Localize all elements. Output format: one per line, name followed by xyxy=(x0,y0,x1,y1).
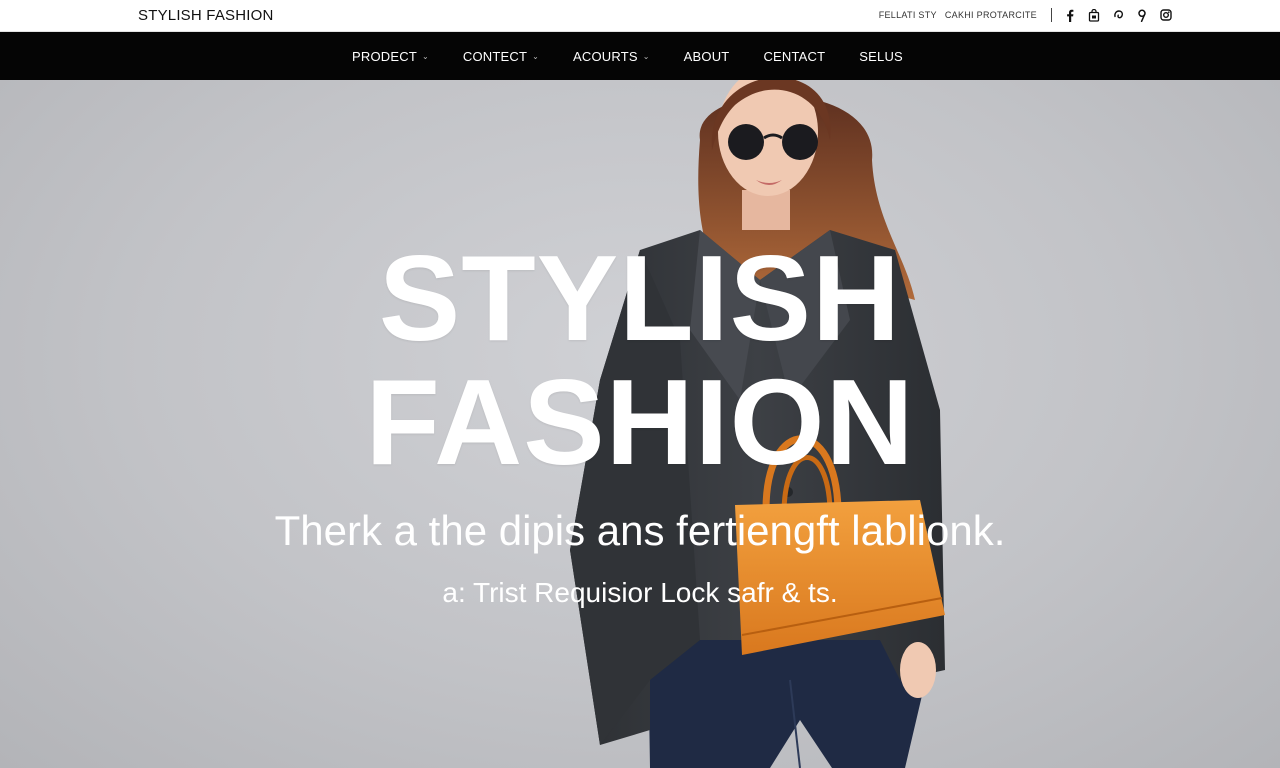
nav-menu: PRODECT ⌄ CONTECT ⌄ ACOURTS ⌄ ABOUT CENT… xyxy=(352,32,937,80)
nav-item-label: ACOURTS xyxy=(573,48,638,64)
nav-item-label: PRODECT xyxy=(352,48,417,64)
brand-logo[interactable]: STYLISH FASHION xyxy=(138,7,274,24)
nav-item-label: CONTECT xyxy=(462,48,528,64)
bag-icon[interactable] xyxy=(1082,5,1106,25)
location-icon[interactable] xyxy=(1130,5,1154,25)
main-navigation: PRODECT ⌄ CONTECT ⌄ ACOURTS ⌄ ABOUT CENT… xyxy=(0,32,1280,80)
nav-item-selus[interactable]: SELUS xyxy=(859,49,903,64)
pinterest-icon[interactable] xyxy=(1106,5,1130,25)
chevron-down-icon: ⌄ xyxy=(642,51,650,61)
chevron-down-icon: ⌄ xyxy=(532,51,540,61)
hero-banner: STYLISH FASHION Therk a the dipis ans fe… xyxy=(0,80,1280,768)
nav-item-label: CENTACT xyxy=(763,48,826,64)
utility-divider xyxy=(1051,8,1052,22)
utility-area: FELLATI STY CAKHI PROTARCITE xyxy=(871,4,1178,26)
utility-link-1[interactable]: FELLATI STY xyxy=(879,10,937,20)
hero-tagline: Therk a the dipis ans fertiengft lablion… xyxy=(274,507,1006,554)
facebook-icon[interactable] xyxy=(1058,5,1082,25)
utility-link-2[interactable]: CAKHI PROTARCITE xyxy=(945,10,1037,20)
instagram-icon[interactable] xyxy=(1154,5,1178,25)
chevron-down-icon: ⌄ xyxy=(421,51,429,61)
nav-item-prodect[interactable]: PRODECT ⌄ xyxy=(352,49,429,64)
nav-item-about[interactable]: ABOUT xyxy=(684,49,730,64)
nav-item-centact[interactable]: CENTACT xyxy=(763,49,825,64)
hero-title-line-2: FASHION xyxy=(365,354,915,490)
hero-subline: a: Trist Requisior Lock safr & ts. xyxy=(442,577,838,608)
hero-title-line-1: STYLISH xyxy=(378,230,902,366)
nav-item-acourts[interactable]: ACOURTS ⌄ xyxy=(573,49,650,64)
nav-item-contect[interactable]: CONTECT ⌄ xyxy=(463,49,539,64)
top-utility-bar: STYLISH FASHION FELLATI STY CAKHI PROTAR… xyxy=(0,0,1280,32)
nav-item-label: SELUS xyxy=(859,48,903,64)
nav-item-label: ABOUT xyxy=(683,48,730,64)
